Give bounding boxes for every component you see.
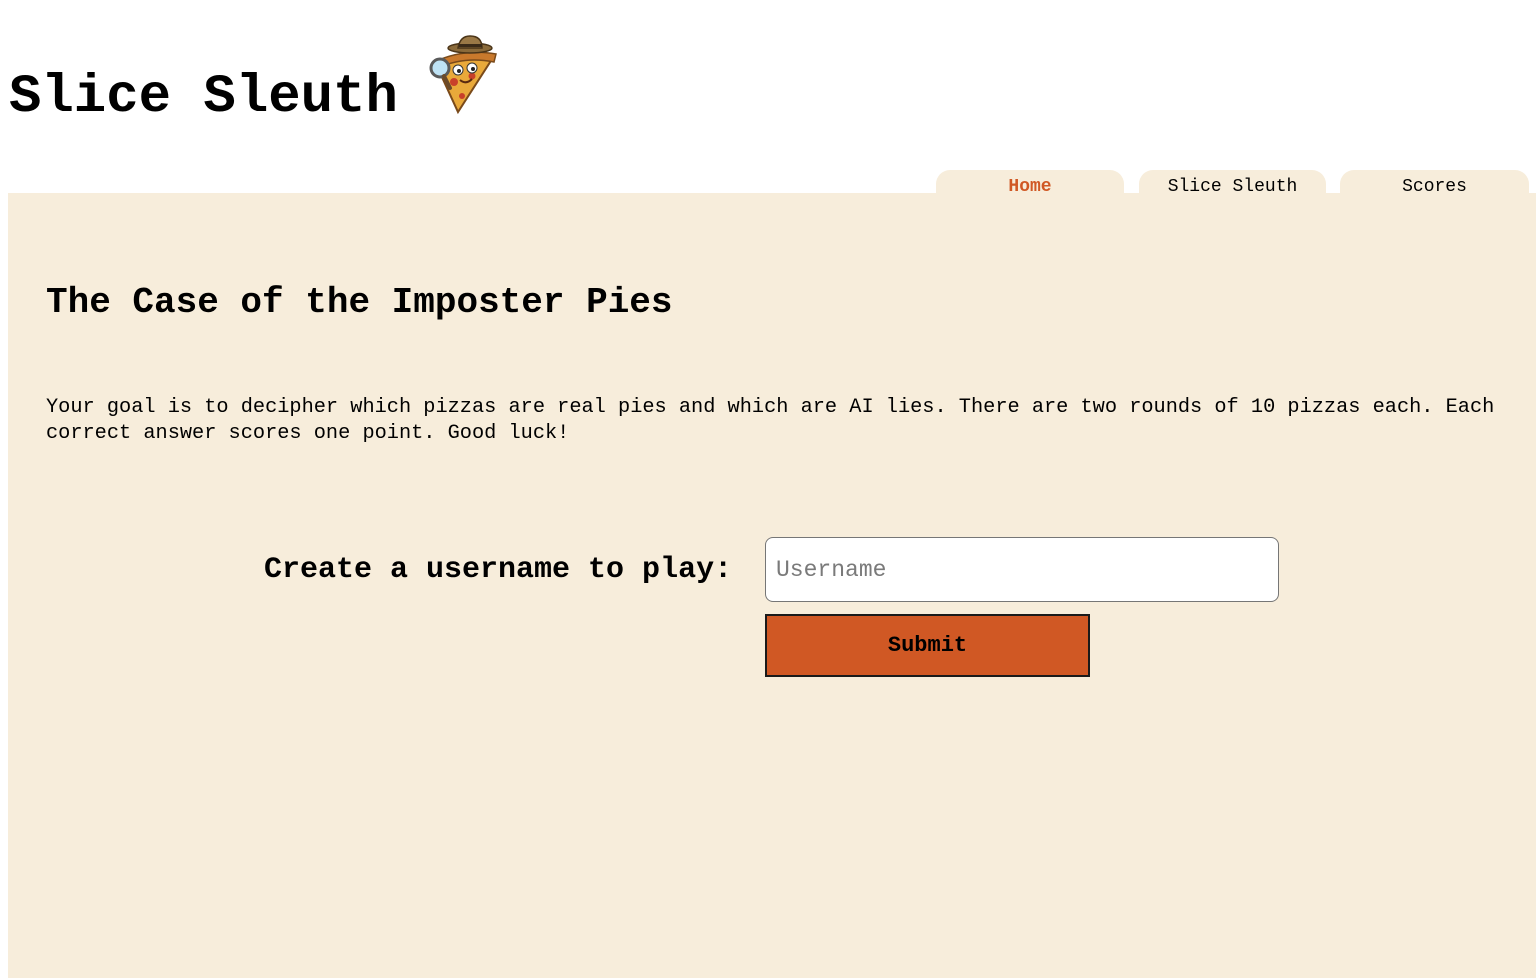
username-input[interactable] <box>765 537 1279 602</box>
pizza-detective-icon <box>429 35 497 115</box>
intro-text: Your goal is to decipher which pizzas ar… <box>46 396 1495 445</box>
site-header: Slice Sleuth <box>0 0 1539 193</box>
tab-slice-sleuth[interactable]: Slice Sleuth <box>1139 170 1326 197</box>
page-title: The Case of the Imposter Pies <box>46 282 673 323</box>
site-title: Slice Sleuth <box>9 67 398 128</box>
username-label: Create a username to play: <box>264 553 733 587</box>
tab-scores[interactable]: Scores <box>1340 170 1529 197</box>
tab-home[interactable]: Home <box>936 170 1124 197</box>
main-nav: Home Slice Sleuth Scores <box>0 170 1539 197</box>
main-panel: The Case of the Imposter Pies Your goal … <box>8 193 1536 978</box>
submit-button[interactable]: Submit <box>765 614 1090 677</box>
